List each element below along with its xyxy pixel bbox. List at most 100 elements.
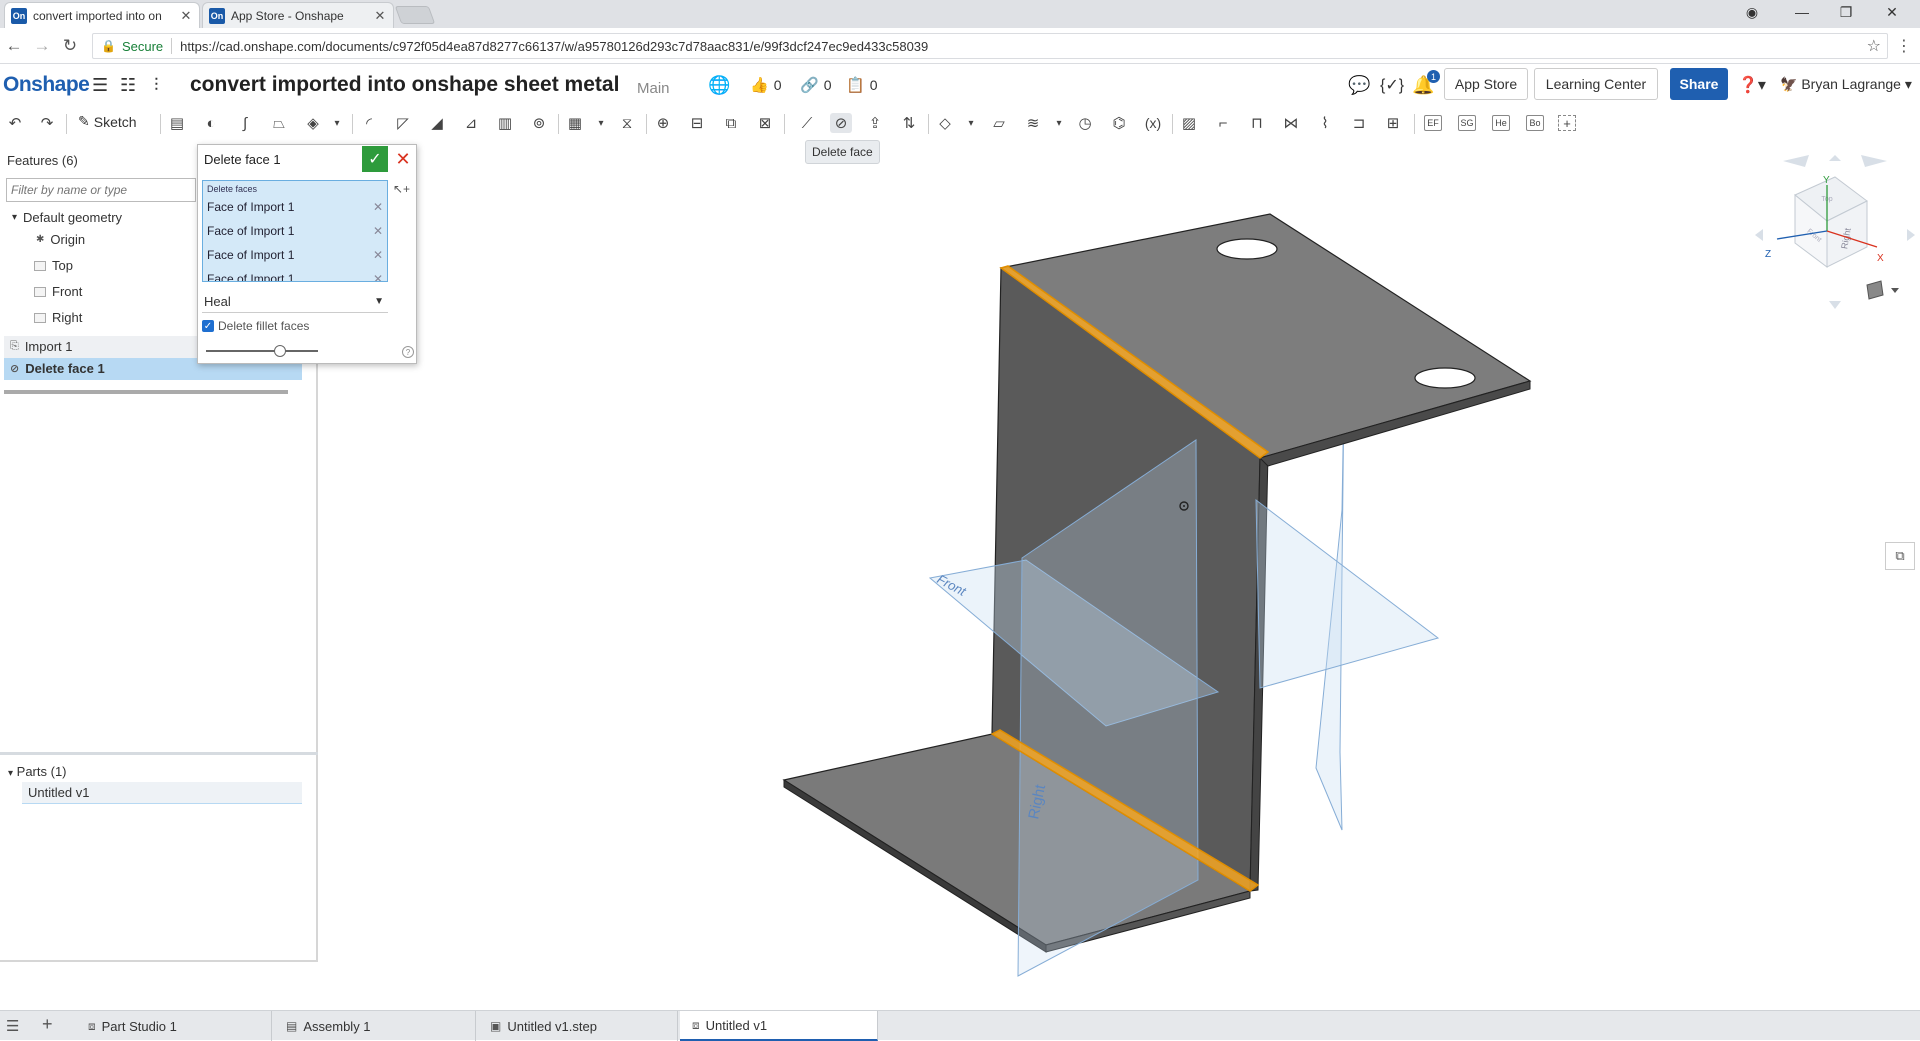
plane-node-right[interactable]: Right [34, 310, 82, 325]
measure-icon[interactable]: ◷ [1074, 113, 1096, 133]
split-icon[interactable]: ⊟ [686, 113, 708, 133]
surface-icon[interactable]: ⌬ [1108, 113, 1130, 133]
feature-filter-input[interactable] [6, 178, 196, 202]
accept-button[interactable]: ✓ [362, 146, 388, 172]
selection-item[interactable]: Face of Import 1 ✕ [207, 269, 383, 281]
learning-center-button[interactable]: Learning Center [1534, 68, 1658, 100]
custom-feature-sg-icon[interactable]: SG [1458, 115, 1476, 131]
close-window-icon[interactable]: ✕ [1882, 4, 1902, 24]
configurations-icon[interactable]: ⫶ [154, 75, 159, 96]
feature-list-icon[interactable]: ☷ [120, 75, 136, 96]
minimize-icon[interactable]: — [1792, 4, 1812, 24]
selection-item[interactable]: Face of Import 1 ✕ [207, 221, 383, 241]
loft-icon[interactable]: ⏢ [268, 113, 290, 133]
back-icon[interactable]: ← [4, 36, 24, 56]
curves-icon[interactable]: ≋ [1022, 113, 1044, 133]
sketch-button[interactable]: ✎ Sketch [78, 113, 137, 130]
user-menu[interactable]: 🦅 Bryan Lagrange ▾ [1780, 76, 1912, 93]
custom-feature-ef-icon[interactable]: EF [1424, 115, 1442, 131]
plane-node-top[interactable]: Top [34, 258, 73, 273]
view-cube[interactable]: Top Front Right Y X Z [1755, 155, 1915, 315]
comments-icon[interactable]: 💬 [1348, 75, 1370, 96]
rotate-arrow-icon[interactable] [1861, 155, 1887, 167]
rotate-arrow-icon[interactable] [1783, 155, 1809, 167]
flange-icon[interactable]: ⌐ [1212, 113, 1234, 133]
help-icon[interactable]: ❓▾ [1738, 75, 1766, 95]
chevron-down-icon[interactable]: ▾ [12, 212, 17, 223]
browser-menu-icon[interactable]: ⋮ [1896, 36, 1912, 56]
add-custom-feature-icon[interactable]: + [1558, 115, 1576, 131]
tab-untitled-v1[interactable]: ⧈ Untitled v1 [680, 1011, 878, 1041]
part-list-item[interactable]: Untitled v1 [22, 782, 302, 804]
url-input[interactable]: 🔒 Secure https://cad.onshape.com/documen… [92, 33, 1888, 59]
redo-icon[interactable]: ↷ [36, 113, 58, 133]
tab-icon[interactable]: ⊓ [1246, 113, 1268, 133]
default-geometry-node[interactable]: ▾ Default geometry [12, 210, 122, 225]
plane-node-front[interactable]: Front [34, 284, 82, 299]
delete-face-icon[interactable]: ⊘ [830, 113, 852, 133]
hole-icon[interactable]: ⊚ [528, 113, 550, 133]
delete-faces-selection-box[interactable]: Delete faces Face of Import 1 ✕ Face of I… [202, 180, 388, 282]
tab-untitled-v1-step[interactable]: ▣ Untitled v1.step [478, 1011, 678, 1041]
rib-icon[interactable]: ⊿ [460, 113, 482, 133]
tab-manager-icon[interactable]: ☰ [6, 1017, 19, 1035]
mirror-icon[interactable]: ⧖ [616, 113, 638, 133]
reload-icon[interactable]: ↻ [60, 36, 80, 56]
display-panel-icon[interactable]: ⧉ [1885, 542, 1915, 570]
bend-relief-icon[interactable]: ⌇ [1314, 113, 1336, 133]
remove-selection-icon[interactable]: ✕ [373, 272, 383, 281]
custom-feature-bo-icon[interactable]: Bo [1526, 115, 1544, 131]
undo-icon[interactable]: ↶ [4, 113, 26, 133]
finish-sheet-metal-icon[interactable]: ⊞ [1382, 113, 1404, 133]
sheet-metal-model-icon[interactable]: ▨ [1178, 113, 1200, 133]
tab-assembly-1[interactable]: ▤ Assembly 1 [274, 1011, 476, 1041]
front-plane[interactable] [1255, 498, 1440, 689]
onshape-logo[interactable]: Onshape [3, 73, 90, 97]
chamfer-icon[interactable]: ◸ [392, 113, 414, 133]
draft-icon[interactable]: ◢ [426, 113, 448, 133]
origin-node[interactable]: ✱ Origin [36, 232, 85, 247]
remove-selection-icon[interactable]: ✕ [373, 224, 383, 238]
rip-icon[interactable]: ⋈ [1280, 113, 1302, 133]
slider-thumb[interactable] [274, 345, 286, 357]
rollback-bar[interactable] [4, 390, 288, 394]
hamburger-menu-icon[interactable]: ☰ [92, 75, 108, 96]
variable-icon[interactable]: (x) [1142, 113, 1164, 133]
help-icon[interactable]: ? [402, 346, 414, 358]
custom-feature-he-icon[interactable]: He [1492, 115, 1510, 131]
parts-divider[interactable] [0, 752, 318, 755]
selection-item[interactable]: Face of Import 1 ✕ [207, 197, 383, 217]
pattern-icon[interactable]: ▦ [564, 113, 586, 133]
document-title[interactable]: convert imported into onshape sheet meta… [190, 73, 619, 97]
thicken-icon[interactable]: ◈ [302, 113, 324, 133]
close-tab-icon[interactable]: ✕ [179, 8, 193, 24]
view-options-icon[interactable] [1866, 280, 1884, 300]
links-count[interactable]: 🔗 0 [800, 76, 831, 94]
browser-tab-document[interactable]: On convert imported into on ✕ [4, 2, 200, 28]
app-store-button[interactable]: App Store [1444, 68, 1528, 100]
slider-track[interactable] [206, 350, 318, 352]
modify-fillet-icon[interactable]: ⟋ [796, 113, 818, 133]
boolean-icon[interactable]: ⊕ [652, 113, 674, 133]
close-tab-icon[interactable]: ✕ [373, 8, 387, 24]
replace-face-icon[interactable]: ⇅ [898, 113, 920, 133]
new-tab-button[interactable] [394, 6, 436, 24]
sweep-icon[interactable]: ∫ [234, 113, 256, 133]
copies-count[interactable]: 📋 0 [846, 76, 877, 94]
delete-fillet-checkbox-row[interactable]: ✓ Delete fillet faces [202, 319, 309, 333]
extrude-icon[interactable]: ▤ [166, 113, 188, 133]
bookmark-star-icon[interactable]: ☆ [1867, 36, 1881, 56]
helix-icon[interactable]: ▱ [988, 113, 1010, 133]
chevron-down-icon[interactable]: ▾ [590, 113, 612, 133]
tab-part-studio-1[interactable]: ⧈ Part Studio 1 [76, 1011, 272, 1041]
shell-icon[interactable]: ▥ [494, 113, 516, 133]
featurescript-icon[interactable]: {✓} [1380, 75, 1404, 95]
insert-new-element-icon[interactable]: + [42, 1014, 53, 1035]
chevron-down-icon[interactable]: ▾ [960, 113, 982, 133]
revolve-icon[interactable]: ◐ [200, 113, 222, 133]
remove-selection-icon[interactable]: ✕ [373, 248, 383, 262]
branch-label[interactable]: Main [637, 80, 670, 97]
graphics-viewport[interactable]: Front Right [318, 140, 1920, 1010]
hole-1[interactable] [1216, 238, 1278, 260]
heal-select[interactable]: Heal ▼ [202, 291, 388, 313]
